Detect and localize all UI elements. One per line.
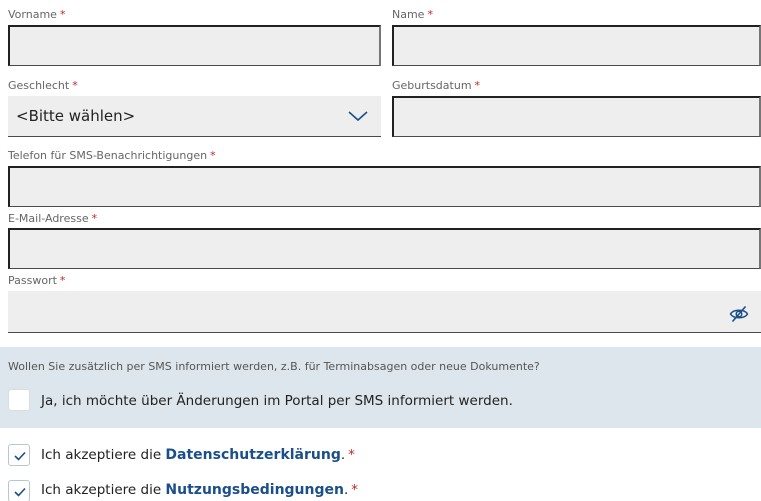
gender-select[interactable]: <Bitte wählen>: [8, 96, 381, 137]
password-field[interactable]: [8, 291, 761, 333]
chevron-down-icon: [348, 111, 368, 122]
required-marker: *: [351, 482, 359, 498]
checkmark-icon: [14, 487, 26, 497]
required-marker: *: [348, 447, 355, 463]
password-label: Passwort *: [8, 274, 66, 287]
phone-label: Telefon für SMS-Benachrichtigungen *: [8, 149, 216, 162]
privacy-consent-label: Ich akzeptiere die Datenschutzerklärung.…: [41, 447, 355, 463]
email-input[interactable]: [8, 228, 761, 269]
terms-checkbox[interactable]: [8, 480, 30, 501]
birthdate-label: Geburtsdatum *: [392, 79, 481, 92]
required-marker: *: [59, 8, 66, 21]
required-marker: *: [59, 274, 66, 287]
email-label: E-Mail-Adresse *: [8, 212, 98, 225]
gender-label: Geschlecht *: [8, 79, 78, 92]
required-marker: *: [72, 79, 78, 92]
privacy-policy-link[interactable]: Datenschutzerklärung: [165, 447, 340, 463]
sms-checkbox[interactable]: [8, 389, 30, 411]
required-marker: *: [427, 8, 433, 21]
terms-consent-label: Ich akzeptiere die Nutzungsbedingungen. *: [41, 482, 359, 498]
last-name-input[interactable]: [392, 25, 761, 66]
first-name-input[interactable]: [8, 25, 381, 66]
required-marker: *: [210, 149, 216, 162]
sms-question: Wollen Sie zusätzlich per SMS informiert…: [8, 360, 540, 373]
gender-select-value: <Bitte wählen>: [16, 107, 136, 125]
required-marker: *: [91, 212, 98, 225]
sms-optin-panel: Wollen Sie zusätzlich per SMS informiert…: [0, 347, 761, 428]
required-marker: *: [474, 79, 481, 92]
checkmark-icon: [14, 451, 26, 461]
eye-slash-icon[interactable]: [729, 305, 749, 323]
last-name-label: Name *: [392, 8, 433, 21]
privacy-checkbox[interactable]: [8, 444, 30, 466]
terms-of-use-link[interactable]: Nutzungsbedingungen: [165, 482, 344, 498]
phone-input[interactable]: [8, 166, 761, 207]
birthdate-input[interactable]: [392, 96, 761, 137]
sms-checkbox-label[interactable]: Ja, ich möchte über Änderungen im Portal…: [41, 393, 513, 409]
first-name-label: Vorname *: [8, 8, 66, 21]
